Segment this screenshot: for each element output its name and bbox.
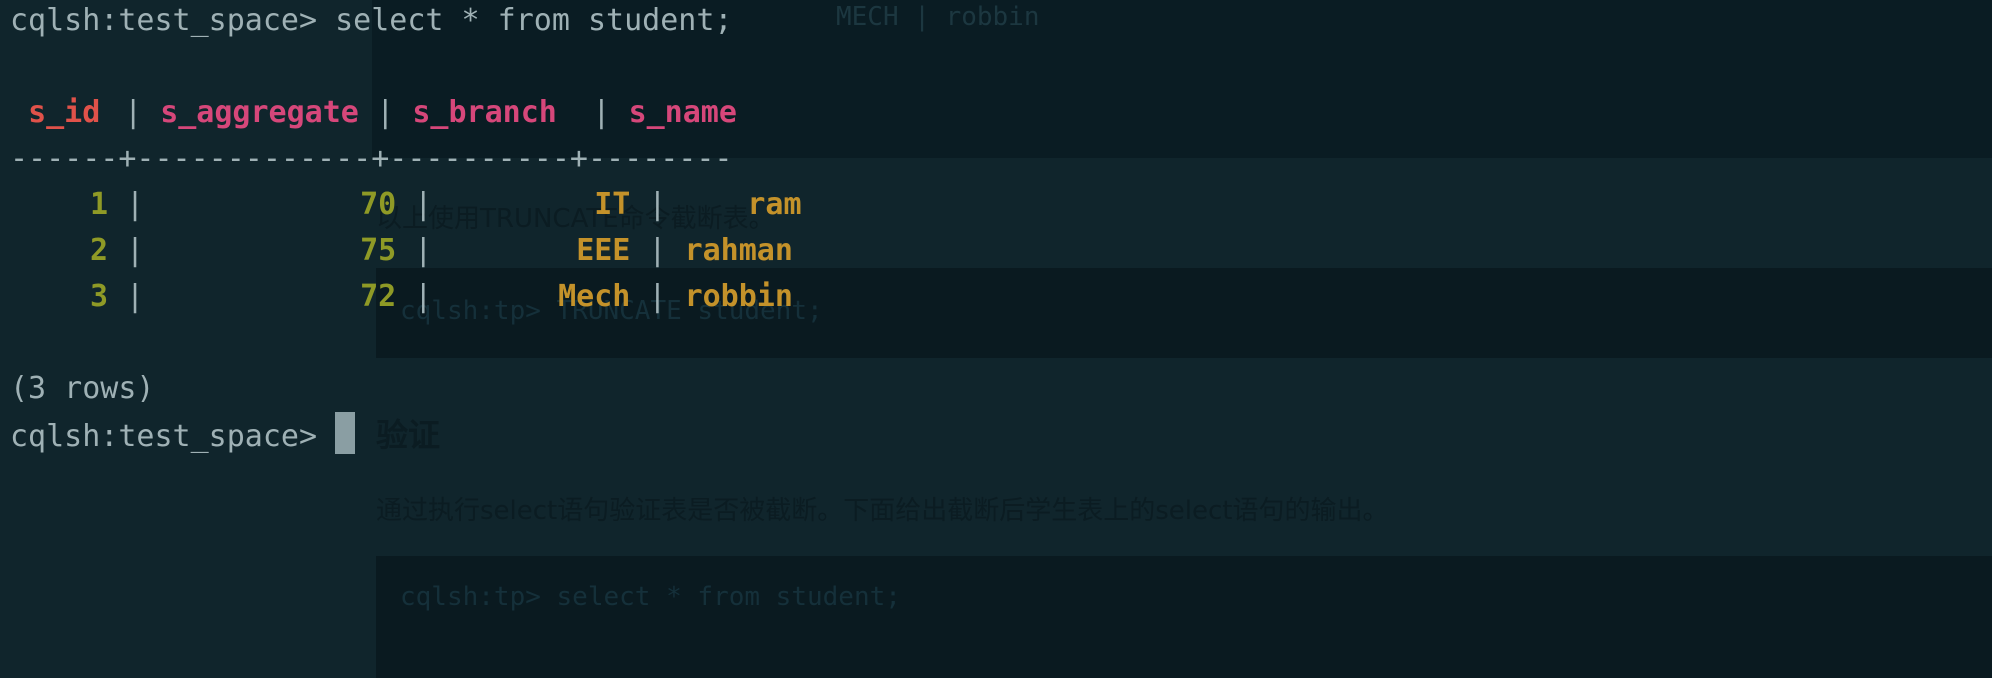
cell-s-aggregate: 70	[360, 187, 397, 222]
cell-s-name: ram	[747, 187, 802, 222]
command-line: cqlsh:test_space> select * from student;	[10, 0, 732, 44]
table-row: 1 | 70 | IT | ram	[10, 182, 802, 228]
cell-s-branch: IT	[594, 187, 631, 222]
cell-s-aggregate: 72	[360, 279, 397, 314]
cell-s-name: robbin	[684, 279, 793, 314]
cell-s-id: 3	[89, 279, 108, 314]
header-s-name: s_name	[628, 95, 737, 130]
table-divider: ------+-------------+----------+--------	[10, 141, 733, 176]
row-count: (3 rows)	[10, 371, 155, 406]
text-cursor[interactable]	[335, 412, 356, 454]
terminal-window[interactable]: MECH | robbin 以上使用TRUNCATE命令截断表。 cqlsh:t…	[0, 0, 1992, 678]
shell-prompt: cqlsh:test_space>	[10, 419, 318, 454]
header-s-branch: s_branch	[412, 95, 557, 130]
table-row: 3 | 72 | Mech | robbin	[10, 274, 802, 320]
cell-s-id: 2	[89, 233, 108, 268]
cell-s-branch: Mech	[558, 279, 631, 314]
table-row: 2 | 75 | EEE | rahman	[10, 228, 802, 274]
header-s-aggregate: s_aggregate	[160, 95, 359, 130]
command-text: select * from student;	[335, 3, 733, 38]
cell-s-name: rahman	[684, 233, 793, 268]
cell-s-id: 1	[89, 187, 108, 222]
shell-prompt: cqlsh:test_space>	[10, 3, 318, 38]
terminal-output[interactable]: cqlsh:test_space> select * from student;…	[0, 0, 1992, 678]
header-s-id: s_id	[28, 95, 101, 130]
cell-s-branch: EEE	[576, 233, 631, 268]
cell-s-aggregate: 75	[360, 233, 397, 268]
input-line[interactable]: cqlsh:test_space>	[10, 412, 356, 458]
table-header-row: s_id | s_aggregate | s_branch | s_name	[10, 90, 737, 136]
